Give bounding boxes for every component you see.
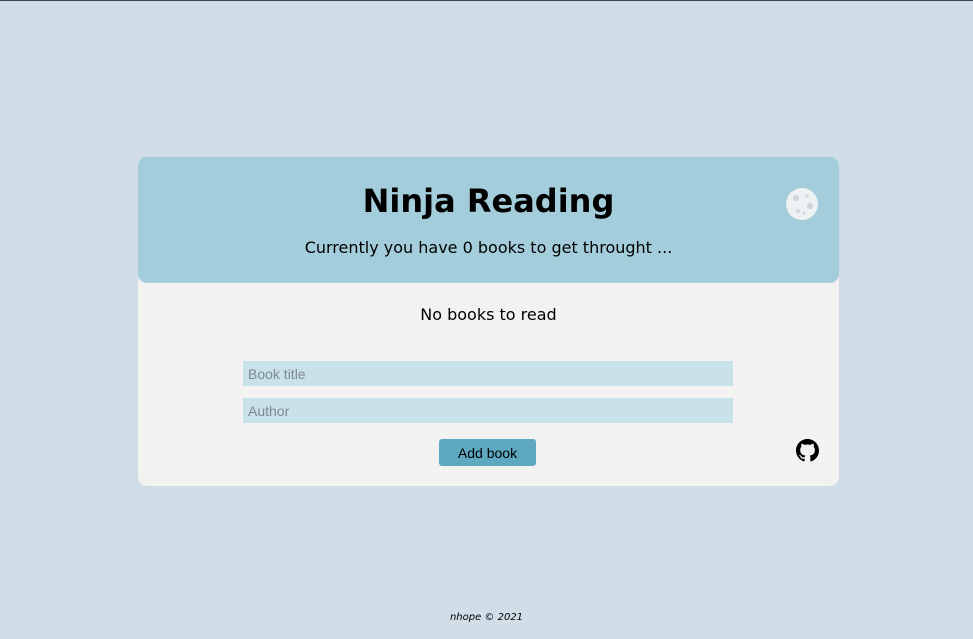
add-book-button[interactable]: Add book (439, 439, 536, 466)
book-count-subtitle: Currently you have 0 books to get throug… (304, 238, 673, 257)
book-title-input[interactable] (243, 361, 733, 386)
footer-copyright: nhope © 2021 (449, 612, 524, 623)
header: Ninja Reading Currently you have 0 books… (138, 157, 839, 283)
github-link[interactable] (796, 439, 819, 462)
theme-toggle-button[interactable] (785, 187, 819, 221)
moon-icon (786, 188, 818, 220)
page-title: Ninja Reading (362, 182, 615, 220)
github-icon (796, 439, 819, 462)
empty-list-message: No books to read (420, 305, 557, 324)
app-card: Ninja Reading Currently you have 0 books… (138, 157, 839, 486)
author-input[interactable] (243, 398, 733, 423)
